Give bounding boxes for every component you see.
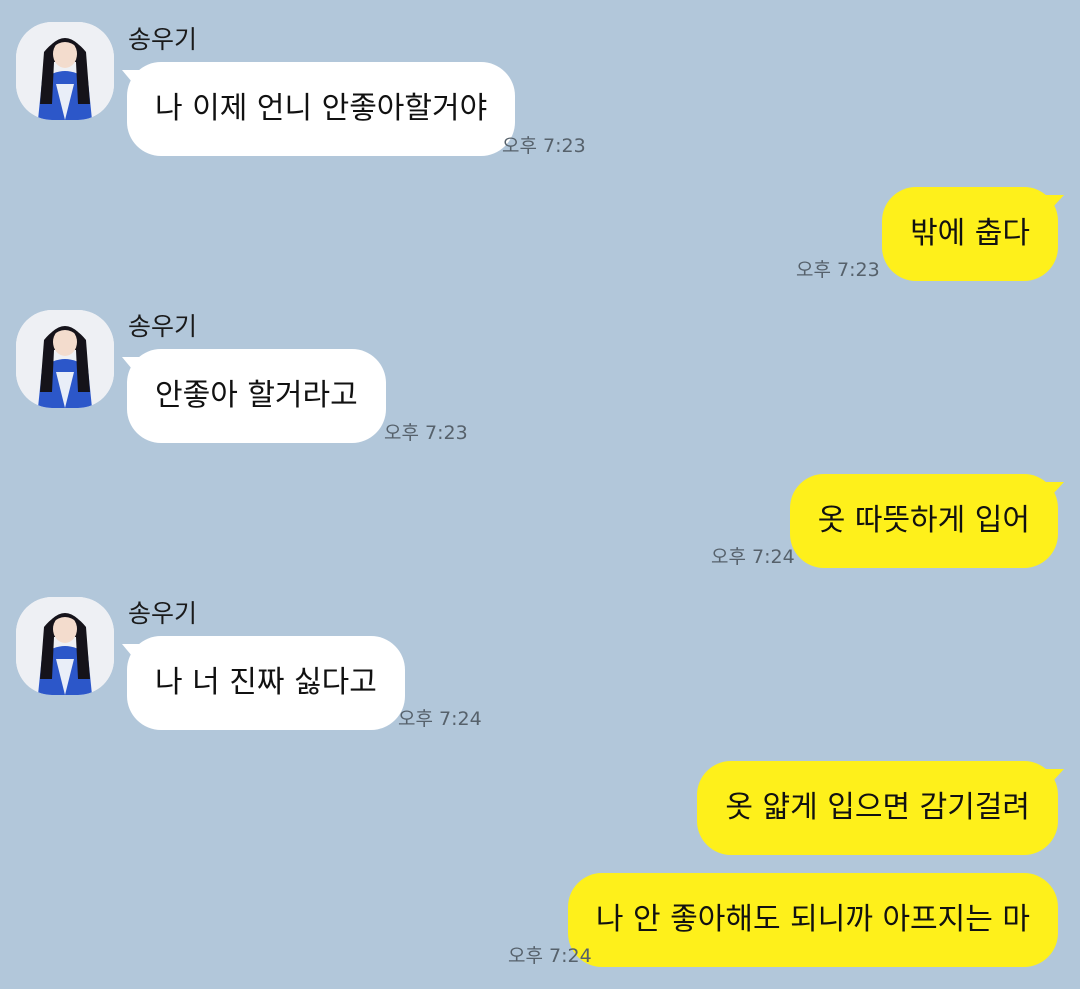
sender-name: 송우기 bbox=[128, 599, 198, 628]
outgoing-message-bubble[interactable]: 옷 따뜻하게 입어 bbox=[789, 474, 1058, 568]
incoming-message-bubble[interactable]: 나 이제 언니 안좋아할거야 bbox=[127, 62, 516, 156]
sender-name: 송우기 bbox=[128, 25, 198, 54]
outgoing-message-bubble[interactable]: 밖에 춥다 bbox=[882, 187, 1058, 281]
profile-photo-icon bbox=[16, 310, 114, 408]
incoming-message-bubble[interactable]: 안좋아 할거라고 bbox=[127, 349, 386, 443]
profile-photo-icon bbox=[16, 597, 114, 695]
message-timestamp: 오후 7:24 bbox=[508, 945, 592, 967]
incoming-message-bubble[interactable]: 나 너 진짜 싫다고 bbox=[127, 636, 405, 730]
outgoing-message-bubble[interactable]: 나 안 좋아해도 되니까 아프지는 마 bbox=[567, 873, 1058, 967]
message-timestamp: 오후 7:24 bbox=[711, 546, 795, 568]
message-timestamp: 오후 7:23 bbox=[502, 135, 586, 157]
sender-name: 송우기 bbox=[128, 312, 198, 341]
outgoing-message-bubble[interactable]: 옷 얇게 입으면 감기걸려 bbox=[697, 761, 1058, 855]
contact-avatar[interactable] bbox=[16, 22, 114, 120]
chat-area: 송우기 나 이제 언니 안좋아할거야 오후 7:23 밖에 춥다 오후 7:23… bbox=[0, 0, 1080, 989]
contact-avatar[interactable] bbox=[16, 597, 114, 695]
message-timestamp: 오후 7:24 bbox=[398, 708, 482, 730]
contact-avatar[interactable] bbox=[16, 310, 114, 408]
message-timestamp: 오후 7:23 bbox=[796, 259, 880, 281]
profile-photo-icon bbox=[16, 22, 114, 120]
message-timestamp: 오후 7:23 bbox=[384, 422, 468, 444]
